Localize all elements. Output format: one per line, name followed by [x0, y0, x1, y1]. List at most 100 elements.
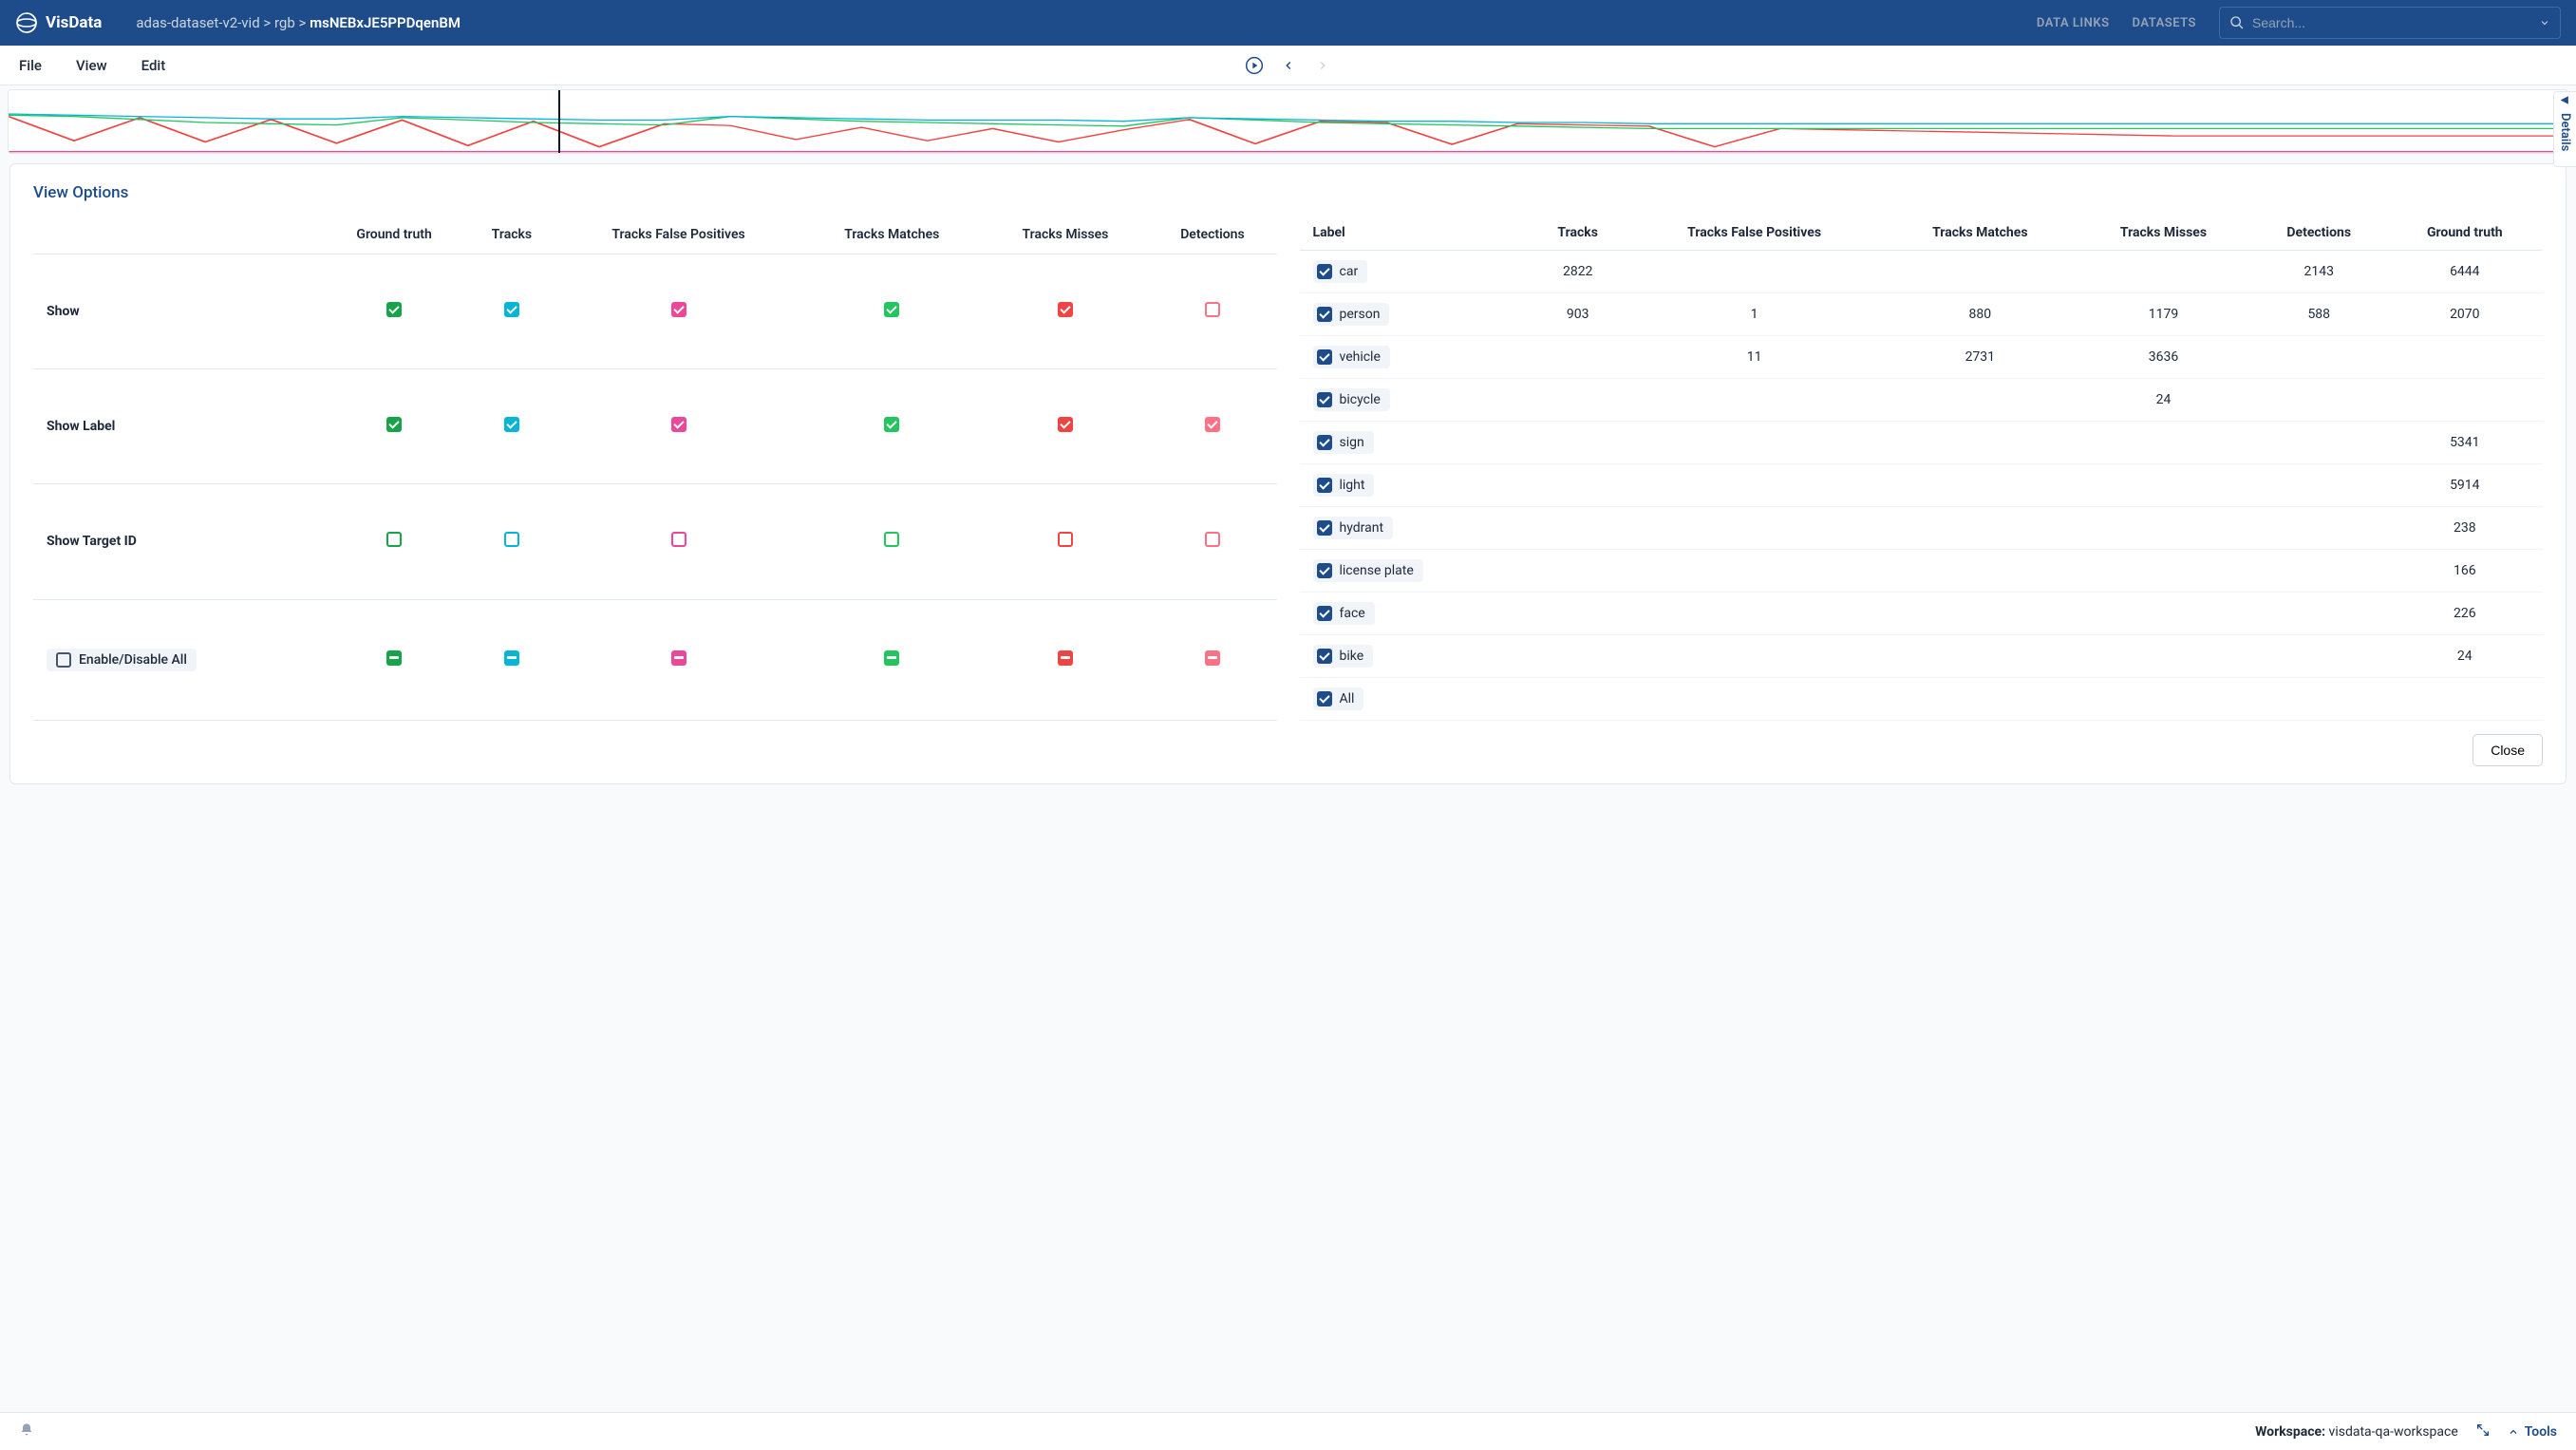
label-checkbox[interactable]	[1317, 478, 1332, 493]
opts-checkbox[interactable]	[1205, 650, 1220, 666]
label-checkbox[interactable]	[1317, 349, 1332, 365]
stats-cell	[2251, 507, 2387, 550]
timeline-overview[interactable]	[8, 89, 2568, 154]
stats-cell	[1885, 635, 2076, 678]
stats-cell: 880	[1885, 293, 2076, 336]
opts-checkbox[interactable]	[884, 532, 899, 547]
next-button[interactable]	[1312, 55, 1333, 76]
menu-file[interactable]: File	[19, 57, 42, 74]
opts-checkbox[interactable]	[504, 650, 519, 666]
stats-cell	[2076, 678, 2251, 721]
stats-cell: 588	[2251, 293, 2387, 336]
label-filter[interactable]: car	[1313, 260, 1368, 283]
label-checkbox[interactable]	[1317, 563, 1332, 578]
label-filter[interactable]: face	[1313, 602, 1375, 625]
app-name: VisData	[46, 13, 102, 32]
label-filter[interactable]: license plate	[1313, 559, 1423, 582]
nav-link-datasets[interactable]: DATASETS	[2133, 16, 2196, 30]
menu-view[interactable]: View	[76, 57, 107, 74]
breadcrumb-current: msNEBxJE5PPDqenBM	[310, 14, 461, 31]
label-checkbox[interactable]	[1317, 691, 1332, 706]
opts-checkbox[interactable]	[671, 417, 686, 432]
nav-link-data-links[interactable]: DATA LINKS	[2037, 16, 2110, 30]
opts-checkbox[interactable]	[1058, 302, 1073, 317]
stats-cell	[2251, 336, 2387, 379]
stats-cell	[2076, 593, 2251, 635]
opts-checkbox[interactable]	[884, 417, 899, 432]
opts-checkbox[interactable]	[671, 532, 686, 547]
opts-checkbox[interactable]	[884, 650, 899, 666]
breadcrumb[interactable]: adas-dataset-v2-vid > rgb > msNEBxJE5PPD…	[136, 14, 461, 31]
label-checkbox[interactable]	[1317, 649, 1332, 664]
tools-toggle[interactable]: Tools	[2508, 1424, 2557, 1440]
opts-row-label: Show Target ID	[33, 484, 320, 599]
label-name: bike	[1340, 649, 1364, 664]
label-checkbox[interactable]	[1317, 435, 1332, 450]
details-side-tab[interactable]: ◀ Details	[2553, 91, 2576, 167]
label-filter[interactable]: All	[1313, 687, 1364, 710]
breadcrumb-part[interactable]: rgb	[274, 14, 295, 31]
prev-button[interactable]	[1278, 55, 1299, 76]
top-navbar: VisData adas-dataset-v2-vid > rgb > msNE…	[0, 0, 2576, 46]
opts-checkbox[interactable]	[504, 532, 519, 547]
opts-row-label: Enable/Disable All	[79, 652, 187, 668]
opts-checkbox[interactable]	[1205, 417, 1220, 432]
stats-col-header: Tracks Misses	[2076, 216, 2251, 251]
stats-cell	[1885, 422, 2076, 464]
label-name: bicycle	[1340, 392, 1381, 407]
opts-checkbox[interactable]	[671, 650, 686, 666]
label-checkbox[interactable]	[1317, 606, 1332, 621]
tools-label: Tools	[2525, 1424, 2557, 1440]
stats-cell	[1885, 593, 2076, 635]
opts-checkbox[interactable]	[1205, 302, 1220, 317]
label-checkbox[interactable]	[1317, 264, 1332, 279]
opts-checkbox[interactable]	[671, 302, 686, 317]
stats-row: car282221436444	[1300, 251, 2544, 293]
label-filter[interactable]: light	[1313, 474, 1375, 497]
search-input[interactable]	[2252, 15, 2531, 30]
workspace-indicator: Workspace: visdata-qa-workspace	[2255, 1424, 2458, 1440]
opts-checkbox[interactable]	[1058, 650, 1073, 666]
opts-checkbox[interactable]	[1058, 417, 1073, 432]
stats-cell: 24	[2076, 379, 2251, 422]
opts-checkbox[interactable]	[386, 532, 402, 547]
opts-checkbox[interactable]	[1058, 532, 1073, 547]
opts-checkbox[interactable]	[386, 302, 402, 317]
stats-cell	[1625, 678, 1885, 721]
label-filter[interactable]: sign	[1313, 431, 1374, 454]
chevron-down-icon[interactable]	[2539, 17, 2550, 28]
opts-checkbox[interactable]	[386, 417, 402, 432]
label-filter[interactable]: vehicle	[1313, 346, 1390, 368]
menu-edit[interactable]: Edit	[141, 57, 166, 74]
close-button[interactable]: Close	[2473, 734, 2543, 766]
opts-checkbox[interactable]	[1205, 532, 1220, 547]
app-logo[interactable]: VisData	[15, 11, 102, 34]
opts-checkbox[interactable]	[884, 302, 899, 317]
breadcrumb-part[interactable]: adas-dataset-v2-vid	[136, 14, 259, 31]
enable-all-checkbox[interactable]	[56, 652, 71, 668]
play-button[interactable]	[1244, 55, 1265, 76]
opts-checkbox[interactable]	[504, 417, 519, 432]
label-checkbox[interactable]	[1317, 392, 1332, 407]
menubar: File View Edit	[0, 46, 2576, 85]
stats-row: license plate166	[1300, 550, 2544, 593]
stats-cell: 2143	[2251, 251, 2387, 293]
opts-checkbox[interactable]	[386, 650, 402, 666]
timeline-playhead[interactable]	[558, 90, 560, 153]
stats-cell	[2251, 422, 2387, 464]
opts-checkbox[interactable]	[504, 302, 519, 317]
global-search[interactable]	[2219, 7, 2561, 39]
stats-col-header: Tracks False Positives	[1625, 216, 1885, 251]
label-filter[interactable]: person	[1313, 303, 1390, 326]
label-filter[interactable]: bicycle	[1313, 388, 1390, 411]
fullscreen-icon[interactable]	[2475, 1422, 2491, 1441]
enable-disable-all[interactable]: Enable/Disable All	[47, 649, 197, 671]
label-filter[interactable]: hydrant	[1313, 517, 1394, 539]
label-checkbox[interactable]	[1317, 307, 1332, 322]
notifications-icon[interactable]	[19, 1422, 34, 1441]
label-checkbox[interactable]	[1317, 520, 1332, 536]
label-name: person	[1340, 307, 1381, 322]
label-filter[interactable]: bike	[1313, 645, 1374, 668]
stats-cell: 5341	[2387, 422, 2543, 464]
label-name: All	[1340, 691, 1355, 706]
